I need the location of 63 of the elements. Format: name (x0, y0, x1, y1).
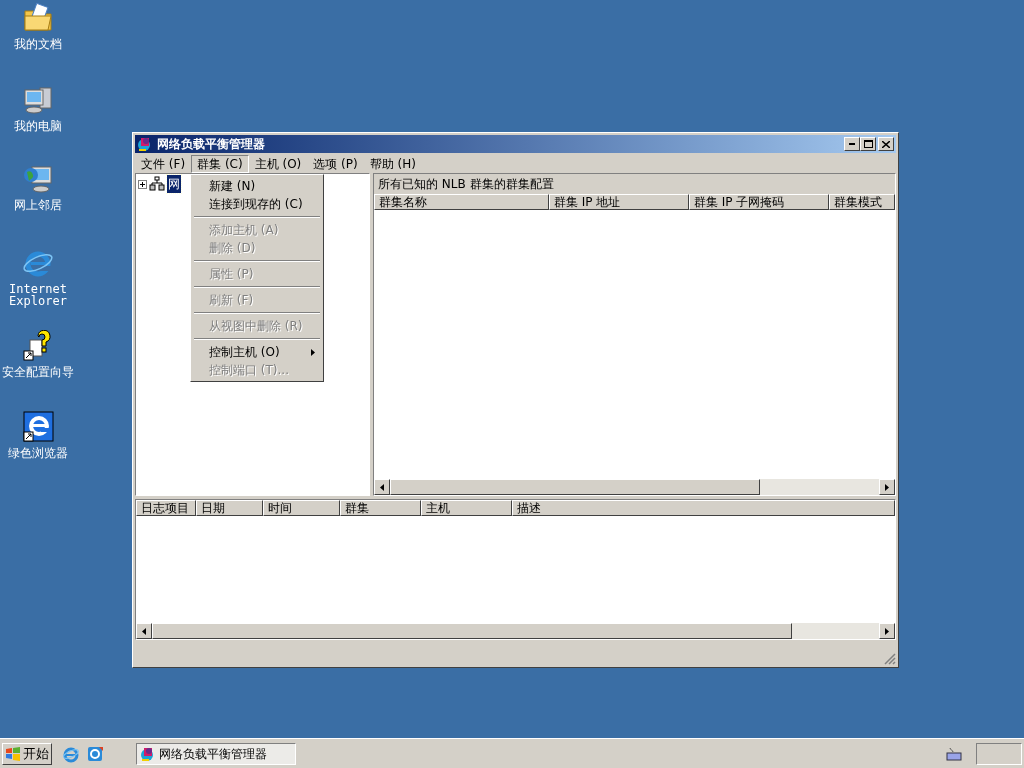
menu-bar-item[interactable]: 帮助 (H) (363, 154, 422, 173)
folder-icon (22, 2, 54, 34)
close-button[interactable] (878, 137, 894, 151)
desktop-icon-label[interactable]: 绿色浏览器 (8, 447, 68, 459)
horizontal-scrollbar[interactable] (136, 623, 895, 639)
scroll-thumb[interactable] (390, 479, 760, 495)
scroll-left-button[interactable] (374, 479, 390, 495)
close-icon (882, 140, 890, 148)
desktop-icon-label[interactable]: 我的文档 (14, 38, 62, 50)
left-arrow-icon (142, 627, 146, 635)
column-header[interactable]: 主机 (421, 500, 512, 516)
column-header[interactable]: 群集名称 (374, 194, 549, 210)
network-hosts-icon (149, 176, 165, 192)
desktop-icon-label[interactable]: Internet Explorer (8, 283, 68, 307)
right-arrow-icon (885, 483, 889, 491)
column-header[interactable]: 群集模式 (829, 194, 895, 210)
column-header[interactable]: 群集 IP 子网掩码 (689, 194, 829, 210)
desktop-icon-label[interactable]: 网上邻居 (14, 199, 62, 211)
scroll-left-button[interactable] (136, 623, 152, 639)
minimize-button[interactable] (844, 137, 860, 151)
desktop-shortcut-icon[interactable] (86, 744, 104, 763)
column-header[interactable]: 时间 (263, 500, 340, 516)
windows-logo-icon (5, 746, 21, 761)
menu-item[interactable]: 连接到现存的 (C) (191, 195, 323, 213)
column-header[interactable]: 描述 (512, 500, 895, 516)
menu-item[interactable]: 控制主机 (O) (191, 343, 323, 361)
plus-icon (140, 181, 145, 187)
expand-toggle[interactable] (138, 179, 147, 189)
scroll-right-button[interactable] (879, 623, 895, 639)
column-header[interactable]: 群集 IP 地址 (549, 194, 689, 210)
browser-e-icon (22, 411, 54, 443)
scroll-right-button[interactable] (879, 479, 895, 495)
submenu-arrow-icon (311, 348, 315, 356)
scroll-thumb[interactable] (152, 623, 792, 639)
app-icon (140, 745, 156, 762)
maximize-button[interactable] (860, 137, 876, 151)
window-title: 网络负载平衡管理器 (157, 136, 266, 153)
column-header[interactable]: 日期 (196, 500, 263, 516)
resize-grip-icon[interactable] (884, 653, 896, 665)
desktop-icon-label[interactable]: 安全配置向导 (2, 366, 74, 378)
right-arrow-icon (885, 627, 889, 635)
app-icon (137, 136, 153, 152)
tree-item[interactable]: 网 (167, 175, 181, 193)
left-arrow-icon (380, 483, 384, 491)
start-button[interactable]: 开始 (2, 742, 52, 765)
maximize-icon (863, 140, 873, 148)
keyboard-icon[interactable] (946, 746, 962, 761)
pane-heading: 所有已知的 NLB 群集的群集配置 (374, 174, 895, 194)
document-question-icon (22, 330, 54, 362)
computer-icon (22, 84, 54, 116)
horizontal-scrollbar[interactable] (374, 479, 895, 495)
menu-item[interactable]: 新建 (N) (191, 177, 323, 195)
notification-area (976, 742, 1022, 765)
column-header[interactable]: 群集 (340, 500, 421, 516)
column-header[interactable]: 日志项目 (136, 500, 196, 516)
menu-bar-item[interactable]: 主机 (O) (248, 154, 308, 173)
menu-bar-item[interactable]: 文件 (F) (135, 154, 192, 173)
minimize-icon (849, 143, 855, 145)
menu-bar-item[interactable]: 选项 (P) (307, 154, 364, 173)
taskbar-task-button[interactable]: 网络负载平衡管理器 (136, 742, 296, 765)
network-computer-icon (22, 163, 54, 195)
desktop-icon-label[interactable]: 我的电脑 (14, 120, 62, 132)
menu-bar-item[interactable]: 群集 (C) (191, 154, 249, 173)
